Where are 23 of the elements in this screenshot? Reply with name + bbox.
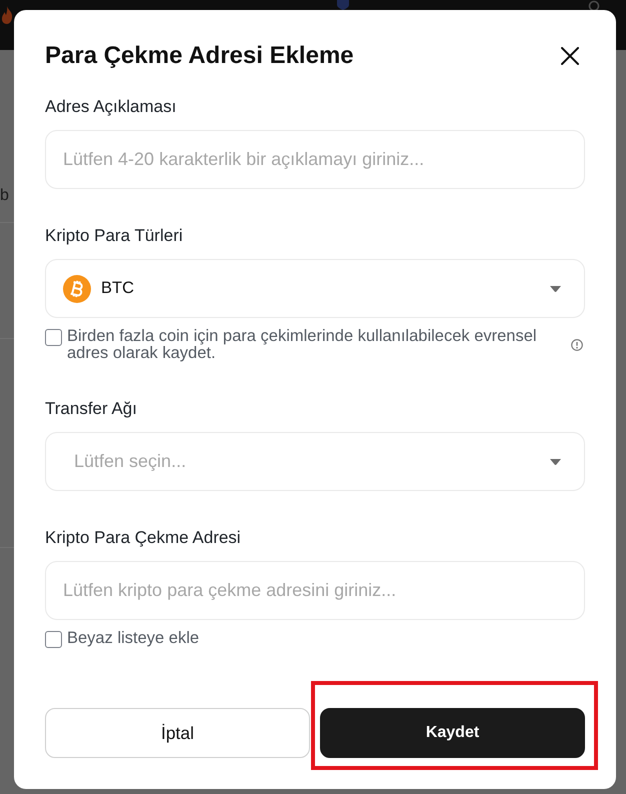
field-label: Transfer Ağı bbox=[45, 398, 138, 420]
caret-icon bbox=[550, 458, 561, 464]
text-input[interactable]: Lütfen kripto para çekme adresini giriniz... bbox=[45, 561, 585, 620]
field-label: Kripto Para Çekme Adresi bbox=[45, 527, 242, 549]
field-label: Adres Açıklaması bbox=[45, 96, 178, 118]
checkbox-label[interactable]: Birden fazla coin için para çekimlerinde kullanılabilecek evrensel adres olarak kaydet. bbox=[67, 328, 559, 362]
cancel-button[interactable]: İptal bbox=[45, 708, 310, 758]
checkbox[interactable] bbox=[45, 329, 62, 346]
checkbox-label[interactable]: Beyaz listeye ekle bbox=[67, 630, 200, 647]
flame-icon bbox=[1, 6, 13, 24]
bitcoin-icon bbox=[63, 274, 91, 302]
search-icon[interactable] bbox=[588, 0, 600, 10]
save-button[interactable]: Kaydet bbox=[320, 708, 585, 758]
field-label: Kripto Para Türleri bbox=[45, 225, 184, 247]
close-icon bbox=[561, 47, 579, 65]
shield-icon bbox=[336, 0, 350, 10]
background-text: b bbox=[0, 187, 10, 205]
checkbox[interactable] bbox=[45, 631, 62, 648]
close-button[interactable] bbox=[561, 47, 579, 65]
dialog-title: Para Çekme Adresi Ekleme bbox=[45, 41, 354, 71]
text-input[interactable]: Lütfen 4-20 karakterlik bir açıklamayı giriniz... bbox=[45, 130, 585, 189]
caret-icon bbox=[550, 286, 561, 292]
dropdown[interactable]: BTC bbox=[45, 259, 585, 318]
